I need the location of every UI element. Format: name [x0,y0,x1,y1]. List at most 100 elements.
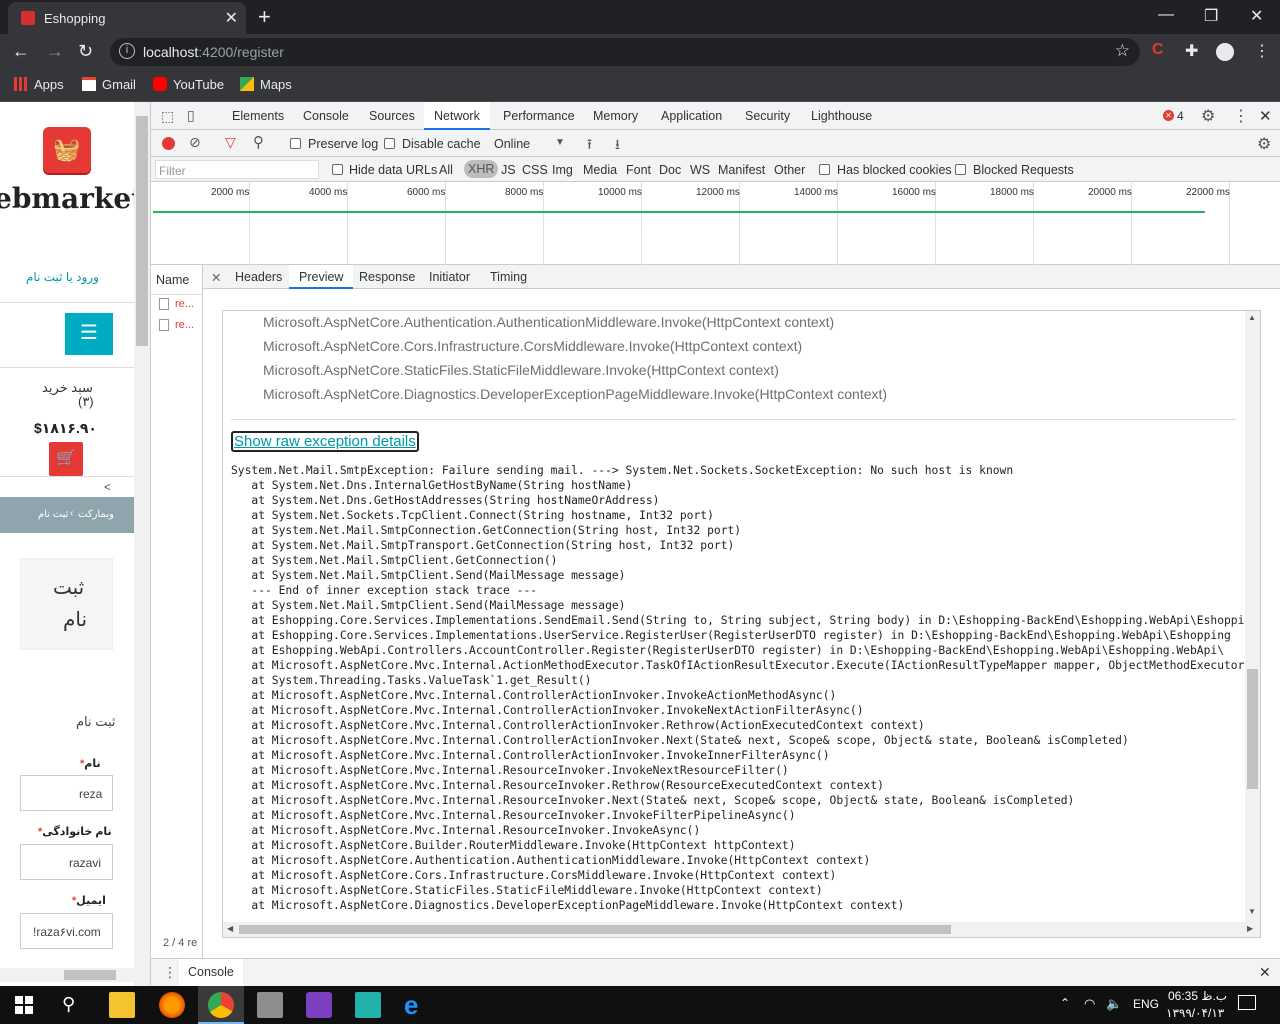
firefox-icon[interactable] [159,992,185,1018]
network-settings-icon[interactable]: ⚙ [1257,134,1271,154]
tray-chevron-icon[interactable]: ⌃ [1060,996,1070,1010]
browser-tab[interactable]: Eshopping ✕ [8,2,246,34]
blocked-requests-checkbox[interactable] [955,164,966,175]
type-all[interactable]: All [439,163,453,177]
webstorm-icon[interactable] [355,992,381,1018]
last-name-input[interactable]: razavi [20,844,113,880]
request-row[interactable]: re... [175,319,194,331]
login-register-link[interactable]: ورود یا ثبت نام [26,270,99,284]
cart-icon[interactable]: 🛒 [49,442,83,476]
back-icon[interactable]: ← [12,41,30,62]
site-info-icon[interactable]: i [119,43,135,59]
scroll-right-icon[interactable]: ▶ [1247,924,1253,933]
tab-elements[interactable]: Elements [232,109,284,123]
error-count[interactable]: 4 [1177,109,1184,123]
drawer-console-tab[interactable]: Console [179,959,243,986]
extensions-puzzle-icon[interactable]: ✚ [1185,41,1198,61]
tab-response[interactable]: Response [359,270,415,284]
type-media[interactable]: Media [583,163,617,177]
menu-hamburger-button[interactable]: ☰ [65,313,113,355]
request-row[interactable]: re... [175,298,194,310]
close-window-icon[interactable]: ✕ [1250,6,1263,26]
filter-funnel-icon[interactable]: ▽ [225,134,236,151]
error-icon[interactable]: ✕ [1163,110,1174,121]
tab-security[interactable]: Security [745,109,790,123]
page-vertical-scrollbar[interactable] [134,102,150,986]
clock-time[interactable]: 06:35 ب.ظ [1168,989,1227,1003]
forward-icon[interactable]: → [46,41,64,62]
first-name-input[interactable]: reza [20,775,113,811]
visual-studio-icon[interactable] [306,992,332,1018]
clear-icon[interactable]: ⊘ [189,134,201,151]
type-doc[interactable]: Doc [659,163,681,177]
search-icon[interactable]: ⚲ [62,994,75,1015]
settings-gear-icon[interactable]: ⚙ [1201,106,1215,126]
scroll-up-icon[interactable]: ▲ [1248,313,1256,322]
disable-cache-checkbox[interactable] [384,138,395,149]
breadcrumb-home[interactable]: وبمارکت [78,509,114,520]
close-drawer-icon[interactable]: ✕ [1259,964,1271,981]
filter-input[interactable]: Filter [155,160,319,179]
type-xhr[interactable]: XHR [464,160,499,178]
bookmark-youtube[interactable]: YouTube [153,77,224,92]
bookmark-gmail[interactable]: Gmail [82,77,136,92]
throttle-select[interactable]: Online [494,137,530,151]
scroll-left-icon[interactable]: ◀ [227,924,233,933]
type-other[interactable]: Other [774,163,805,177]
tool-app-icon[interactable] [257,992,283,1018]
import-har-icon[interactable]: ⭱ [587,134,592,158]
windows-start-icon[interactable] [15,996,33,1014]
edge-icon[interactable]: e [404,992,430,1018]
preview-vertical-scrollbar[interactable]: ▲ ▼ [1245,311,1260,923]
type-img[interactable]: Img [552,163,573,177]
notifications-icon[interactable] [1238,995,1256,1010]
tab-performance[interactable]: Performance [503,109,575,123]
type-js[interactable]: JS [501,163,516,177]
has-blocked-cookies-checkbox[interactable] [819,164,830,175]
network-overview-timeline[interactable]: 2000 ms 4000 ms 6000 ms 8000 ms 10000 ms… [151,182,1280,265]
show-raw-exception-link[interactable]: Show raw exception details [231,431,419,452]
tab-headers[interactable]: Headers [235,270,282,284]
search-icon[interactable]: ⚲ [253,133,264,151]
chrome-icon[interactable] [208,992,234,1018]
volume-icon[interactable]: 🔈 [1106,996,1122,1012]
new-tab-icon[interactable]: + [258,4,271,30]
scroll-down-icon[interactable]: ▼ [1248,907,1256,916]
device-toolbar-icon[interactable]: ▯ [187,107,195,124]
tab-network[interactable]: Network [424,102,490,130]
type-ws[interactable]: WS [690,163,710,177]
bookmark-apps[interactable]: Apps [14,77,64,92]
tab-preview[interactable]: Preview [289,265,354,289]
type-css[interactable]: CSS [522,163,548,177]
tab-sources[interactable]: Sources [369,109,415,123]
tab-console[interactable]: Console [303,109,349,123]
shop-basket-logo-icon[interactable]: 🧺 [43,127,91,173]
profile-avatar-icon[interactable] [1216,43,1234,61]
chrome-menu-icon[interactable]: ⋮ [1254,41,1270,61]
bookmark-star-icon[interactable]: ☆ [1115,41,1130,61]
collapse-arrow-icon[interactable]: < [104,480,111,494]
file-explorer-icon[interactable] [109,992,135,1018]
extension-c-icon[interactable]: C [1152,41,1164,59]
clock-date[interactable]: ۱۳۹۹/۰۴/۱۳ [1166,1006,1224,1020]
email-input[interactable]: !raza۶vi.com [20,913,113,949]
close-tab-icon[interactable]: ✕ [225,8,238,28]
tab-lighthouse[interactable]: Lighthouse [811,109,872,123]
page-horizontal-scrollbar[interactable] [0,968,134,982]
tab-application[interactable]: Application [661,109,722,123]
tab-memory[interactable]: Memory [593,109,638,123]
name-column-header[interactable]: Name [156,273,189,287]
chevron-down-icon[interactable]: ▼ [555,137,565,148]
language-indicator[interactable]: ENG [1133,997,1159,1011]
close-devtools-icon[interactable]: ✕ [1259,107,1272,125]
minimize-icon[interactable]: — [1158,6,1174,24]
hide-data-urls-checkbox[interactable] [332,164,343,175]
bookmark-maps[interactable]: Maps [240,77,292,92]
preserve-log-checkbox[interactable] [290,138,301,149]
export-har-icon[interactable]: ⭳ [615,134,620,158]
inspect-element-icon[interactable]: ⬚ [161,108,174,125]
tab-initiator[interactable]: Initiator [429,270,470,284]
preview-horizontal-scrollbar[interactable]: ◀ ▶ [223,922,1260,937]
type-manifest[interactable]: Manifest [718,163,765,177]
record-icon[interactable] [162,137,175,150]
